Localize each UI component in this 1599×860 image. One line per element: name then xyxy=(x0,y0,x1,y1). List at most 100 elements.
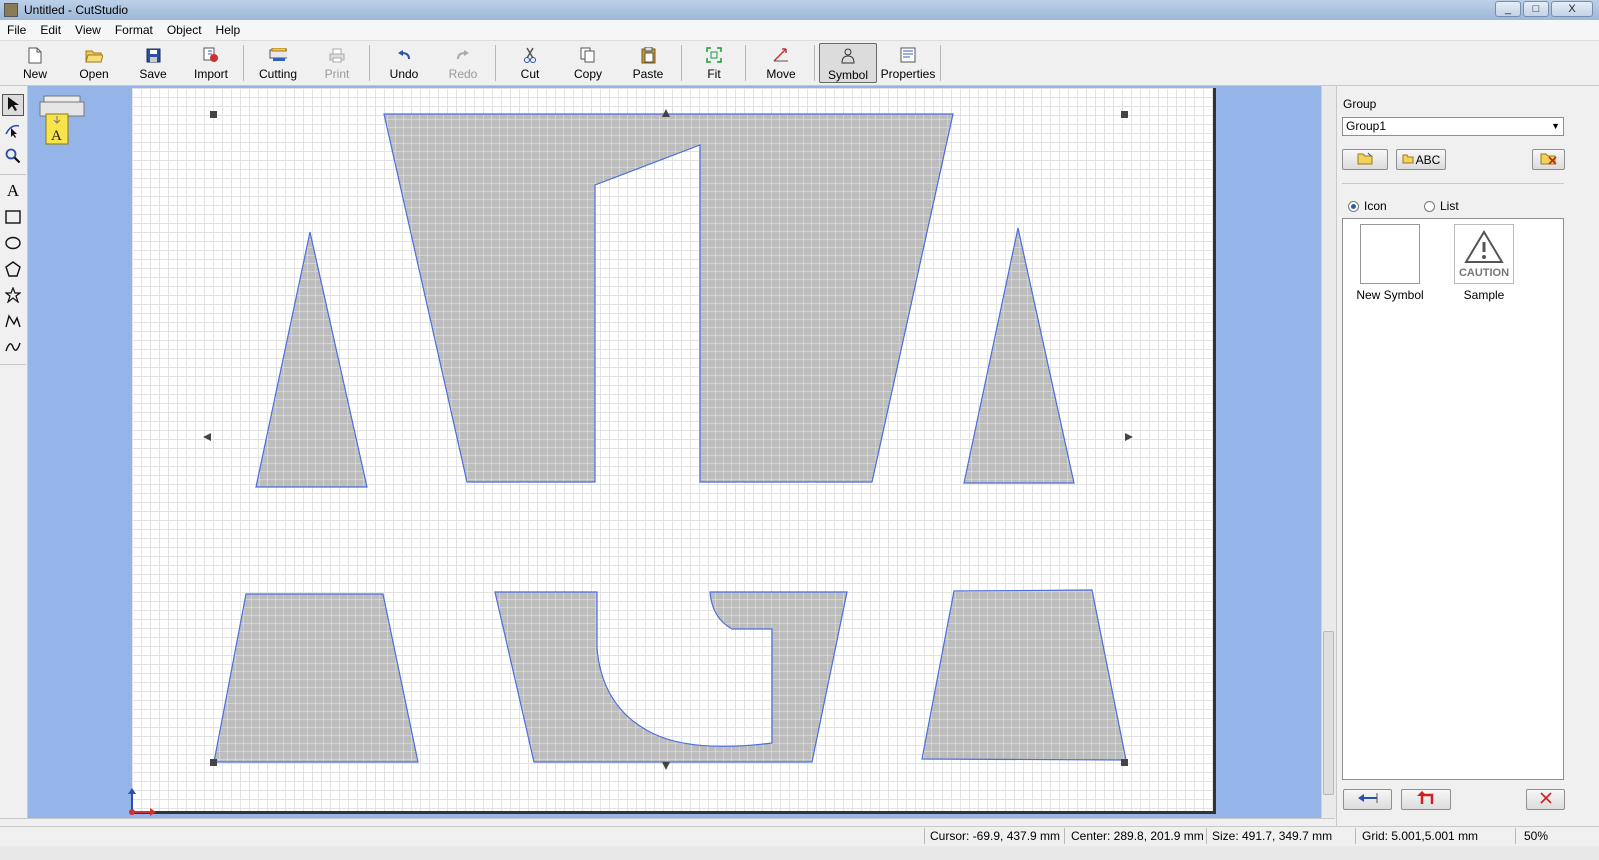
shape-bottom-center[interactable] xyxy=(494,591,848,763)
design-canvas[interactable] xyxy=(132,88,1216,814)
copy-icon xyxy=(579,46,597,64)
symbol-item-sample[interactable]: CAUTION Sample xyxy=(1444,224,1524,302)
workspace-area[interactable]: A xyxy=(28,86,1321,818)
view-list-radio[interactable]: List xyxy=(1424,199,1459,213)
handle-bottom-left[interactable] xyxy=(210,759,217,766)
copy-button[interactable]: Copy xyxy=(562,43,614,83)
folder-icon xyxy=(1402,153,1414,167)
save-disk-icon xyxy=(144,46,162,64)
cutting-plotter-icon xyxy=(269,46,287,64)
handle-right[interactable] xyxy=(1125,433,1133,441)
rectangle-tool[interactable] xyxy=(2,207,24,229)
copy-label: Copy xyxy=(573,67,602,81)
ellipse-tool[interactable] xyxy=(2,233,24,255)
shape-triangle-left[interactable] xyxy=(255,231,368,488)
printer-icon xyxy=(328,46,346,64)
vertical-scrollbar[interactable] xyxy=(1321,86,1336,818)
select-tool[interactable] xyxy=(2,94,24,116)
paste-label: Paste xyxy=(632,67,664,81)
move-button[interactable]: Move xyxy=(754,43,808,83)
cut-button[interactable]: Cut xyxy=(505,43,555,83)
save-button[interactable]: Save xyxy=(128,43,178,83)
handle-bottom[interactable] xyxy=(662,762,670,770)
text-tool[interactable]: A xyxy=(2,180,24,202)
scrollbar-thumb[interactable] xyxy=(1323,631,1334,795)
view-icon-radio[interactable]: Icon xyxy=(1348,199,1387,213)
menu-help[interactable]: Help xyxy=(209,23,248,37)
status-separator xyxy=(1064,828,1065,844)
rename-group-button[interactable]: ABC xyxy=(1396,149,1446,170)
fit-view-icon xyxy=(705,46,723,64)
star-tool[interactable] xyxy=(2,285,24,307)
zoom-tool[interactable] xyxy=(2,146,24,168)
polyline-icon xyxy=(5,313,21,331)
print-label: Print xyxy=(324,67,350,81)
properties-label: Properties xyxy=(880,67,936,81)
shape-bottom-left[interactable] xyxy=(213,593,419,763)
symbol-label-sample: Sample xyxy=(1463,288,1505,302)
new-label: New xyxy=(22,67,47,81)
radio-icon-dot xyxy=(1348,200,1359,212)
status-grid: Grid: 5.001,5.001 mm xyxy=(1362,829,1479,843)
paste-button[interactable]: Paste xyxy=(622,43,674,83)
symbol-button[interactable]: Symbol xyxy=(819,43,877,83)
toolbar-separator xyxy=(681,45,682,81)
toolbar-separator xyxy=(940,45,941,81)
handle-top[interactable] xyxy=(662,109,670,117)
properties-button[interactable]: Properties xyxy=(879,43,937,83)
import-button[interactable]: Import xyxy=(186,43,236,83)
import-icon xyxy=(202,46,220,64)
menu-file[interactable]: File xyxy=(0,23,33,37)
shape-top-center[interactable] xyxy=(383,113,954,483)
insert-symbol-button[interactable] xyxy=(1343,789,1392,810)
cutting-button[interactable]: Cutting xyxy=(250,43,306,83)
group-dropdown[interactable]: Group1 ▼ xyxy=(1342,117,1564,136)
export-symbol-button[interactable] xyxy=(1401,789,1451,810)
menu-edit[interactable]: Edit xyxy=(33,23,68,37)
sample-symbol-thumbnail: CAUTION xyxy=(1454,224,1514,284)
status-size: Size: 491.7, 349.7 mm xyxy=(1212,829,1333,843)
print-button[interactable]: Print xyxy=(312,43,362,83)
open-button[interactable]: Open xyxy=(68,43,120,83)
handle-left[interactable] xyxy=(203,433,211,441)
dropdown-arrow-icon: ▼ xyxy=(1551,121,1560,131)
new-button[interactable]: New xyxy=(10,43,60,83)
menu-view[interactable]: View xyxy=(68,23,108,37)
app-icon[interactable] xyxy=(4,3,18,17)
status-bar: Cursor: -69.9, 437.9 mm Center: 289.8, 2… xyxy=(0,826,1599,847)
group-dropdown-value: Group1 xyxy=(1346,119,1387,133)
menu-object[interactable]: Object xyxy=(160,23,209,37)
shape-bottom-right[interactable] xyxy=(921,589,1127,761)
fit-button[interactable]: Fit xyxy=(690,43,738,83)
curve-icon xyxy=(5,341,21,356)
redo-button[interactable]: Redo xyxy=(438,43,488,83)
delete-symbol-button[interactable] xyxy=(1526,789,1565,810)
handle-top-right[interactable] xyxy=(1121,111,1128,118)
symbol-label: Symbol xyxy=(827,68,868,82)
redo-label: Redo xyxy=(448,67,478,81)
close-button[interactable]: X xyxy=(1551,1,1593,17)
paste-clipboard-icon xyxy=(639,46,657,64)
new-group-button[interactable] xyxy=(1342,149,1388,170)
delete-group-button[interactable] xyxy=(1532,149,1565,170)
plotter-device-icon[interactable]: A xyxy=(38,94,86,148)
symbol-item-new[interactable]: New Symbol xyxy=(1350,224,1430,302)
status-separator xyxy=(1515,828,1516,844)
drawing-tools: A xyxy=(0,86,28,818)
node-edit-tool[interactable] xyxy=(2,120,24,142)
shape-triangle-right[interactable] xyxy=(963,227,1075,484)
maximize-button[interactable]: □ xyxy=(1523,1,1549,17)
cutting-paper[interactable] xyxy=(132,88,1216,814)
rectangle-icon xyxy=(5,209,21,227)
handle-top-left[interactable] xyxy=(210,111,217,118)
undo-button[interactable]: Undo xyxy=(378,43,430,83)
properties-icon xyxy=(899,46,917,64)
menu-format[interactable]: Format xyxy=(108,23,160,37)
move-label: Move xyxy=(766,67,796,81)
curve-tool[interactable] xyxy=(2,337,24,359)
polygon-tool[interactable] xyxy=(2,259,24,281)
minimize-button[interactable]: _ xyxy=(1495,1,1521,17)
select-icon xyxy=(7,96,19,115)
handle-bottom-right[interactable] xyxy=(1121,759,1128,766)
polyline-tool[interactable] xyxy=(2,311,24,333)
